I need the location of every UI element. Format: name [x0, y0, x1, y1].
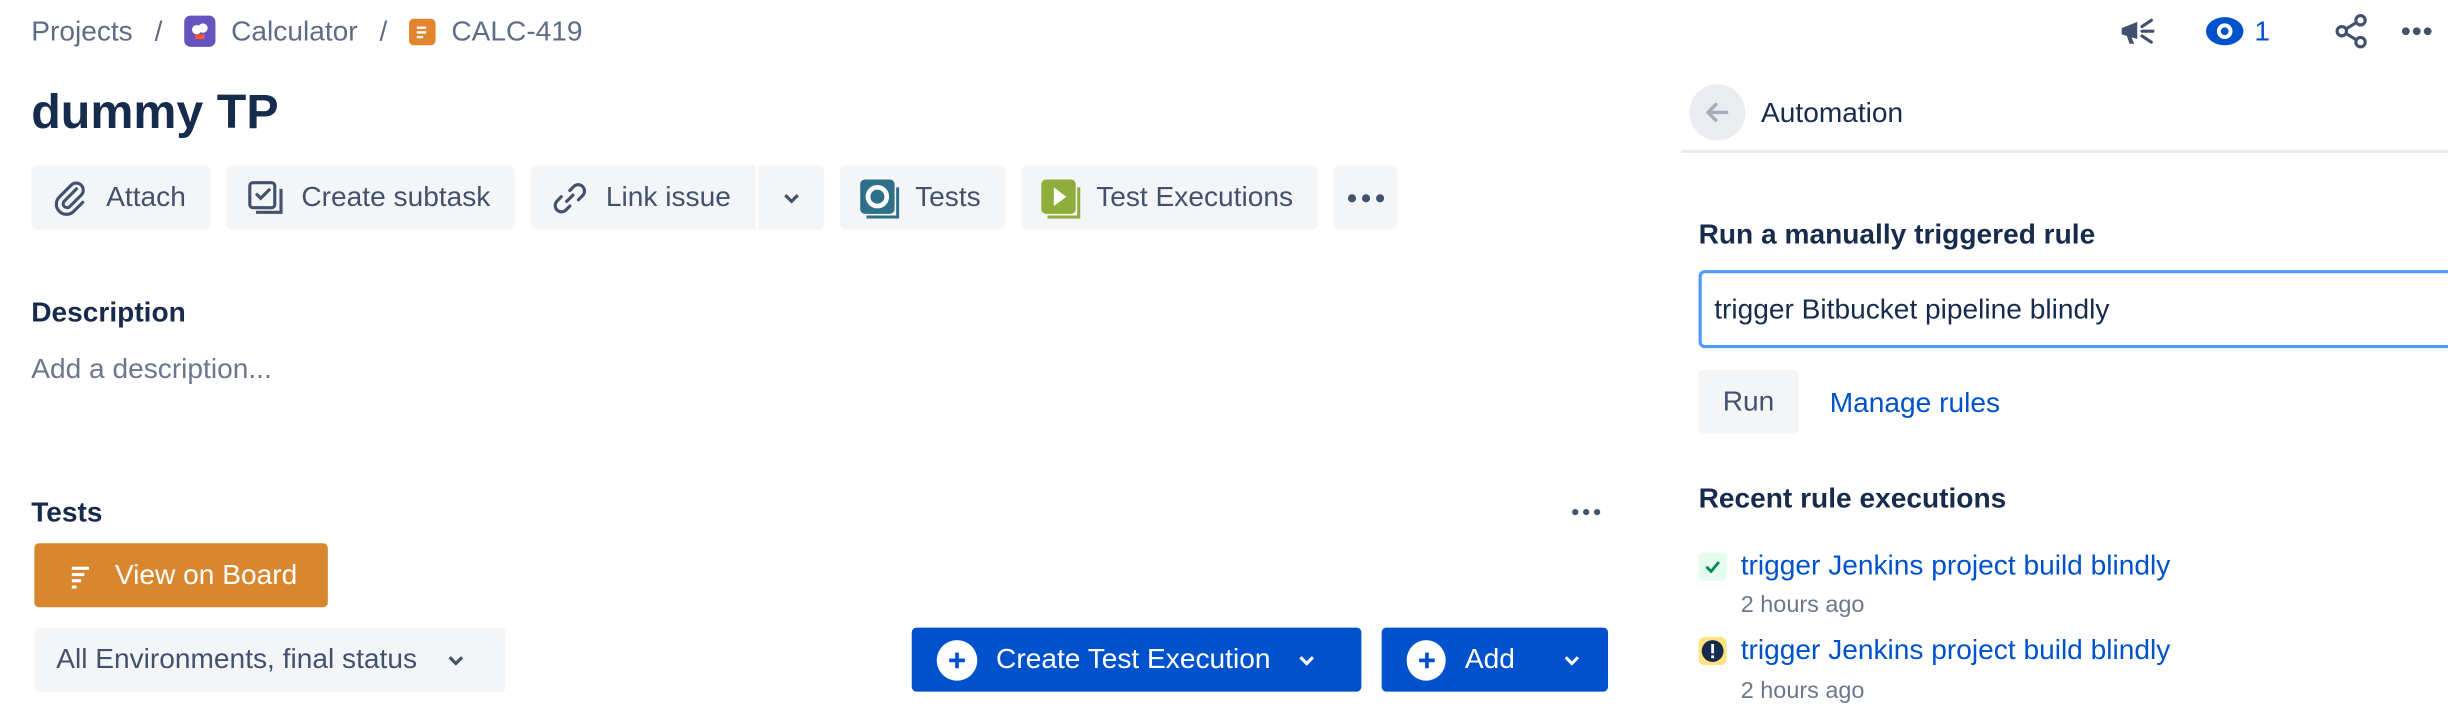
tests-button[interactable]: Tests	[840, 165, 1006, 230]
link-icon	[553, 182, 587, 213]
link-issue-split-button: Link issue	[530, 165, 825, 230]
run-rule-button[interactable]: Run	[1698, 370, 1799, 435]
breadcrumb-issue[interactable]: CALC-419	[409, 15, 583, 48]
arrow-left-icon	[1706, 102, 1729, 122]
create-subtask-button[interactable]: Create subtask	[226, 165, 516, 230]
automation-divider	[1681, 149, 2448, 153]
breadcrumb-project[interactable]: Calculator	[184, 15, 358, 48]
header-actions: 1	[2111, 9, 2439, 53]
page-title[interactable]: dummy TP	[31, 84, 278, 140]
execution-item: trigger Jenkins project build blindly	[1698, 634, 2171, 667]
paperclip-icon	[54, 180, 85, 216]
megaphone-icon	[2121, 18, 2155, 44]
chevron-down-icon	[1299, 655, 1314, 665]
eye-icon	[2205, 17, 2244, 46]
more-icon	[1347, 193, 1384, 202]
rule-select[interactable]: trigger Bitbucket pipeline blindly	[1698, 270, 2448, 349]
success-check-icon	[1698, 551, 1727, 580]
back-button[interactable]	[1689, 84, 1746, 141]
xray-execution-icon	[1041, 178, 1081, 218]
share-icon	[2335, 14, 2367, 49]
environment-filter-select[interactable]: All Environments, final status	[34, 627, 506, 692]
tests-heading: Tests	[31, 496, 103, 528]
breadcrumb-separator: /	[379, 14, 388, 47]
xray-tests-icon	[860, 178, 900, 218]
more-toolbar-button[interactable]	[1333, 165, 1398, 230]
execution-time: 2 hours ago	[1740, 591, 1865, 619]
calculator-project-icon	[184, 15, 216, 47]
breadcrumb-separator: /	[154, 14, 163, 47]
chevron-down-icon	[784, 193, 800, 203]
view-on-board-button[interactable]: View on Board	[34, 543, 328, 608]
recent-executions-label: Recent rule executions	[1698, 482, 2007, 514]
breadcrumb-projects[interactable]: Projects	[31, 15, 133, 48]
test-executions-button[interactable]: Test Executions	[1021, 165, 1318, 230]
automation-title: Automation	[1761, 96, 1904, 128]
manage-rules-link[interactable]: Manage rules	[1830, 387, 2000, 420]
warning-icon	[1698, 636, 1727, 665]
link-issue-dropdown-button[interactable]	[758, 165, 825, 230]
watch-button[interactable]: 1	[2204, 9, 2270, 53]
plus-icon	[936, 639, 978, 680]
task-icon	[409, 17, 436, 45]
automation-header: Automation	[1689, 84, 1904, 141]
more-icon	[2401, 27, 2432, 36]
tests-more-button[interactable]	[1567, 496, 1604, 527]
description-heading: Description	[31, 296, 186, 328]
plus-icon	[1406, 639, 1447, 680]
execution-link[interactable]: trigger Jenkins project build blindly	[1741, 634, 2171, 667]
execution-item: trigger Jenkins project build blindly	[1698, 550, 2171, 583]
board-icon	[71, 565, 89, 588]
chevron-down-icon	[448, 655, 464, 665]
watchers-count: 1	[2254, 14, 2271, 47]
run-rule-label: Run a manually triggered rule	[1698, 218, 2096, 250]
link-issue-button[interactable]: Link issue	[530, 165, 756, 230]
create-test-execution-button[interactable]: Create Test Execution	[911, 627, 1362, 692]
issue-toolbar: Attach Create subtask Link issue Tests T…	[31, 165, 1398, 230]
more-actions-button[interactable]	[2401, 9, 2438, 53]
attach-button[interactable]: Attach	[31, 165, 211, 230]
execution-time: 2 hours ago	[1740, 677, 1865, 705]
announce-button[interactable]	[2111, 9, 2164, 53]
execution-link[interactable]: trigger Jenkins project build blindly	[1741, 550, 2171, 583]
chevron-down-icon	[1565, 655, 1580, 665]
add-button[interactable]: Add	[1381, 627, 1609, 692]
share-button[interactable]	[2329, 9, 2373, 53]
subtask-icon	[248, 180, 283, 214]
description-input[interactable]: Add a description...	[31, 353, 272, 386]
more-icon	[1572, 508, 1601, 516]
breadcrumb: Projects / Calculator / CALC-419	[31, 12, 583, 49]
